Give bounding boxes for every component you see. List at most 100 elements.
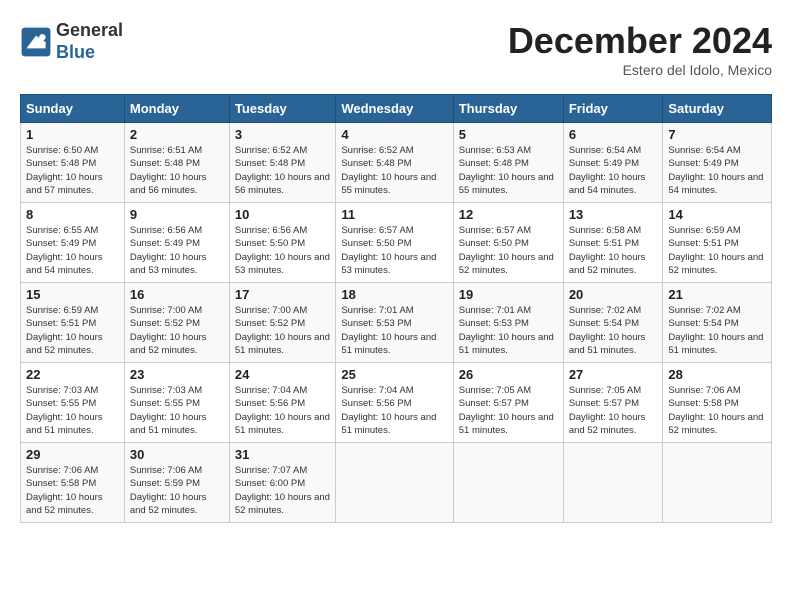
day-number: 28 — [668, 367, 766, 382]
day-info: Sunrise: 7:03 AMSunset: 5:55 PMDaylight:… — [26, 384, 119, 437]
day-cell-29: 29 Sunrise: 7:06 AMSunset: 5:58 PMDaylig… — [21, 443, 125, 523]
day-number: 25 — [341, 367, 447, 382]
day-cell-9: 9 Sunrise: 6:56 AMSunset: 5:49 PMDayligh… — [124, 203, 229, 283]
day-info: Sunrise: 6:52 AMSunset: 5:48 PMDaylight:… — [341, 144, 447, 197]
day-number: 20 — [569, 287, 658, 302]
day-cell-10: 10 Sunrise: 6:56 AMSunset: 5:50 PMDaylig… — [229, 203, 335, 283]
day-info: Sunrise: 7:04 AMSunset: 5:56 PMDaylight:… — [235, 384, 330, 437]
day-cell-2: 2 Sunrise: 6:51 AMSunset: 5:48 PMDayligh… — [124, 123, 229, 203]
day-number: 31 — [235, 447, 330, 462]
day-cell-30: 30 Sunrise: 7:06 AMSunset: 5:59 PMDaylig… — [124, 443, 229, 523]
day-cell-18: 18 Sunrise: 7:01 AMSunset: 5:53 PMDaylig… — [336, 283, 453, 363]
day-info: Sunrise: 6:59 AMSunset: 5:51 PMDaylight:… — [668, 224, 766, 277]
day-info: Sunrise: 6:53 AMSunset: 5:48 PMDaylight:… — [459, 144, 558, 197]
day-info: Sunrise: 7:07 AMSunset: 6:00 PMDaylight:… — [235, 464, 330, 517]
title-area: December 2024 Estero del Idolo, Mexico — [508, 20, 772, 78]
day-number: 1 — [26, 127, 119, 142]
day-cell-24: 24 Sunrise: 7:04 AMSunset: 5:56 PMDaylig… — [229, 363, 335, 443]
logo-text: General Blue — [56, 20, 123, 63]
header-cell-friday: Friday — [563, 95, 663, 123]
header-cell-wednesday: Wednesday — [336, 95, 453, 123]
day-info: Sunrise: 6:57 AMSunset: 5:50 PMDaylight:… — [341, 224, 447, 277]
day-number: 12 — [459, 207, 558, 222]
day-cell-14: 14 Sunrise: 6:59 AMSunset: 5:51 PMDaylig… — [663, 203, 772, 283]
day-info: Sunrise: 7:06 AMSunset: 5:59 PMDaylight:… — [130, 464, 224, 517]
day-cell-21: 21 Sunrise: 7:02 AMSunset: 5:54 PMDaylig… — [663, 283, 772, 363]
day-cell-12: 12 Sunrise: 6:57 AMSunset: 5:50 PMDaylig… — [453, 203, 563, 283]
day-info: Sunrise: 6:59 AMSunset: 5:51 PMDaylight:… — [26, 304, 119, 357]
calendar-week-2: 8 Sunrise: 6:55 AMSunset: 5:49 PMDayligh… — [21, 203, 772, 283]
day-info: Sunrise: 7:04 AMSunset: 5:56 PMDaylight:… — [341, 384, 447, 437]
day-number: 26 — [459, 367, 558, 382]
calendar-title: December 2024 — [508, 20, 772, 62]
day-number: 9 — [130, 207, 224, 222]
calendar-week-3: 15 Sunrise: 6:59 AMSunset: 5:51 PMDaylig… — [21, 283, 772, 363]
day-info: Sunrise: 7:03 AMSunset: 5:55 PMDaylight:… — [130, 384, 224, 437]
day-cell-23: 23 Sunrise: 7:03 AMSunset: 5:55 PMDaylig… — [124, 363, 229, 443]
day-info: Sunrise: 6:55 AMSunset: 5:49 PMDaylight:… — [26, 224, 119, 277]
day-number: 18 — [341, 287, 447, 302]
day-info: Sunrise: 7:02 AMSunset: 5:54 PMDaylight:… — [668, 304, 766, 357]
day-info: Sunrise: 6:57 AMSunset: 5:50 PMDaylight:… — [459, 224, 558, 277]
day-cell-19: 19 Sunrise: 7:01 AMSunset: 5:53 PMDaylig… — [453, 283, 563, 363]
day-cell-5: 5 Sunrise: 6:53 AMSunset: 5:48 PMDayligh… — [453, 123, 563, 203]
calendar-week-5: 29 Sunrise: 7:06 AMSunset: 5:58 PMDaylig… — [21, 443, 772, 523]
day-cell-20: 20 Sunrise: 7:02 AMSunset: 5:54 PMDaylig… — [563, 283, 663, 363]
day-cell-15: 15 Sunrise: 6:59 AMSunset: 5:51 PMDaylig… — [21, 283, 125, 363]
header: General Blue December 2024 Estero del Id… — [20, 20, 772, 78]
day-number: 30 — [130, 447, 224, 462]
day-cell-4: 4 Sunrise: 6:52 AMSunset: 5:48 PMDayligh… — [336, 123, 453, 203]
day-cell-26: 26 Sunrise: 7:05 AMSunset: 5:57 PMDaylig… — [453, 363, 563, 443]
day-info: Sunrise: 6:56 AMSunset: 5:49 PMDaylight:… — [130, 224, 224, 277]
day-info: Sunrise: 6:56 AMSunset: 5:50 PMDaylight:… — [235, 224, 330, 277]
day-number: 7 — [668, 127, 766, 142]
day-number: 16 — [130, 287, 224, 302]
day-cell-3: 3 Sunrise: 6:52 AMSunset: 5:48 PMDayligh… — [229, 123, 335, 203]
day-number: 10 — [235, 207, 330, 222]
day-cell-31: 31 Sunrise: 7:07 AMSunset: 6:00 PMDaylig… — [229, 443, 335, 523]
day-cell-1: 1 Sunrise: 6:50 AMSunset: 5:48 PMDayligh… — [21, 123, 125, 203]
day-number: 8 — [26, 207, 119, 222]
empty-cell — [336, 443, 453, 523]
day-number: 3 — [235, 127, 330, 142]
day-info: Sunrise: 7:00 AMSunset: 5:52 PMDaylight:… — [130, 304, 224, 357]
day-info: Sunrise: 7:02 AMSunset: 5:54 PMDaylight:… — [569, 304, 658, 357]
day-cell-7: 7 Sunrise: 6:54 AMSunset: 5:49 PMDayligh… — [663, 123, 772, 203]
day-number: 6 — [569, 127, 658, 142]
day-cell-22: 22 Sunrise: 7:03 AMSunset: 5:55 PMDaylig… — [21, 363, 125, 443]
day-number: 14 — [668, 207, 766, 222]
day-cell-13: 13 Sunrise: 6:58 AMSunset: 5:51 PMDaylig… — [563, 203, 663, 283]
day-info: Sunrise: 7:01 AMSunset: 5:53 PMDaylight:… — [341, 304, 447, 357]
day-info: Sunrise: 6:50 AMSunset: 5:48 PMDaylight:… — [26, 144, 119, 197]
calendar-week-1: 1 Sunrise: 6:50 AMSunset: 5:48 PMDayligh… — [21, 123, 772, 203]
day-number: 29 — [26, 447, 119, 462]
day-cell-16: 16 Sunrise: 7:00 AMSunset: 5:52 PMDaylig… — [124, 283, 229, 363]
day-number: 22 — [26, 367, 119, 382]
logo-icon — [20, 26, 52, 58]
header-cell-monday: Monday — [124, 95, 229, 123]
day-info: Sunrise: 6:52 AMSunset: 5:48 PMDaylight:… — [235, 144, 330, 197]
header-row: SundayMondayTuesdayWednesdayThursdayFrid… — [21, 95, 772, 123]
day-number: 4 — [341, 127, 447, 142]
day-number: 21 — [668, 287, 766, 302]
day-cell-8: 8 Sunrise: 6:55 AMSunset: 5:49 PMDayligh… — [21, 203, 125, 283]
calendar-week-4: 22 Sunrise: 7:03 AMSunset: 5:55 PMDaylig… — [21, 363, 772, 443]
day-cell-28: 28 Sunrise: 7:06 AMSunset: 5:58 PMDaylig… — [663, 363, 772, 443]
day-number: 23 — [130, 367, 224, 382]
day-cell-27: 27 Sunrise: 7:05 AMSunset: 5:57 PMDaylig… — [563, 363, 663, 443]
logo-general: General — [56, 20, 123, 40]
header-cell-thursday: Thursday — [453, 95, 563, 123]
header-cell-saturday: Saturday — [663, 95, 772, 123]
day-info: Sunrise: 6:54 AMSunset: 5:49 PMDaylight:… — [668, 144, 766, 197]
day-number: 5 — [459, 127, 558, 142]
day-info: Sunrise: 7:06 AMSunset: 5:58 PMDaylight:… — [668, 384, 766, 437]
day-number: 2 — [130, 127, 224, 142]
day-number: 24 — [235, 367, 330, 382]
header-cell-tuesday: Tuesday — [229, 95, 335, 123]
header-cell-sunday: Sunday — [21, 95, 125, 123]
day-cell-11: 11 Sunrise: 6:57 AMSunset: 5:50 PMDaylig… — [336, 203, 453, 283]
day-number: 11 — [341, 207, 447, 222]
empty-cell — [453, 443, 563, 523]
day-info: Sunrise: 7:00 AMSunset: 5:52 PMDaylight:… — [235, 304, 330, 357]
day-info: Sunrise: 6:54 AMSunset: 5:49 PMDaylight:… — [569, 144, 658, 197]
